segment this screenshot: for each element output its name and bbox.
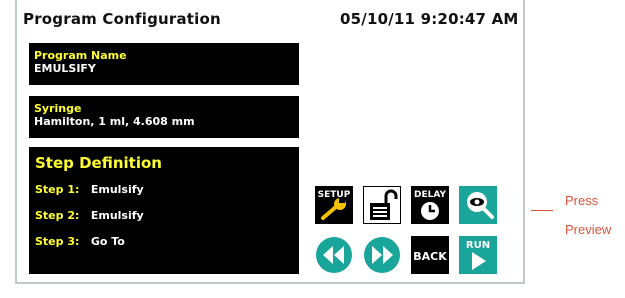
step-label: Step 2: [35, 209, 80, 222]
preview-button[interactable] [459, 186, 497, 224]
delay-button-label: DELAY [414, 190, 446, 200]
back-button-label: BACK [413, 250, 447, 263]
setup-button[interactable]: SETUP [315, 186, 353, 224]
program-name-label: Program Name [34, 49, 127, 62]
callout-text-line1: Press [565, 193, 599, 208]
step-definition-title: Step Definition [35, 154, 162, 172]
callout-line [531, 210, 553, 211]
syringe-label: Syringe [34, 102, 82, 115]
fast-forward-icon [364, 237, 400, 273]
wrench-icon [321, 198, 346, 220]
step-row[interactable]: Step 1: Emulsify [35, 183, 144, 196]
unlock-icon [370, 189, 398, 220]
next-button[interactable] [363, 236, 401, 274]
step-value: Go To [90, 235, 125, 248]
page-title: Program Configuration [23, 10, 221, 28]
lock-button[interactable] [363, 186, 401, 224]
step-value: Emulsify [90, 209, 144, 222]
rewind-icon [316, 237, 352, 273]
clock-icon [421, 202, 439, 220]
syringe-value: Hamilton, 1 ml, 4.608 mm [34, 115, 195, 128]
run-button-label: RUN [466, 240, 490, 251]
delay-button[interactable]: DELAY [411, 186, 449, 224]
run-button[interactable]: RUN [459, 236, 497, 274]
setup-button-label: SETUP [318, 190, 351, 200]
magnifier-eye-icon [467, 192, 494, 219]
previous-button[interactable] [315, 236, 353, 274]
step-row[interactable]: Step 3: Go To [35, 235, 125, 248]
syringe-field[interactable]: Syringe Hamilton, 1 ml, 4.608 mm [29, 96, 299, 138]
program-name-value: EMULSIFY [34, 62, 96, 75]
step-value: Emulsify [90, 183, 144, 196]
program-name-field[interactable]: Program Name EMULSIFY [29, 43, 299, 85]
datetime-display: 05/10/11 9:20:47 AM [340, 10, 519, 28]
step-label: Step 1: [35, 183, 80, 196]
callout-text-line2: Preview [565, 222, 612, 237]
step-row[interactable]: Step 2: Emulsify [35, 209, 144, 222]
step-definition-panel[interactable]: Step Definition Step 1: Emulsify Step 2:… [29, 147, 299, 274]
play-icon [472, 252, 486, 270]
device-screen: Program Configuration 05/10/11 9:20:47 A… [15, 0, 525, 284]
back-button[interactable]: BACK [411, 236, 449, 274]
step-label: Step 3: [35, 235, 80, 248]
